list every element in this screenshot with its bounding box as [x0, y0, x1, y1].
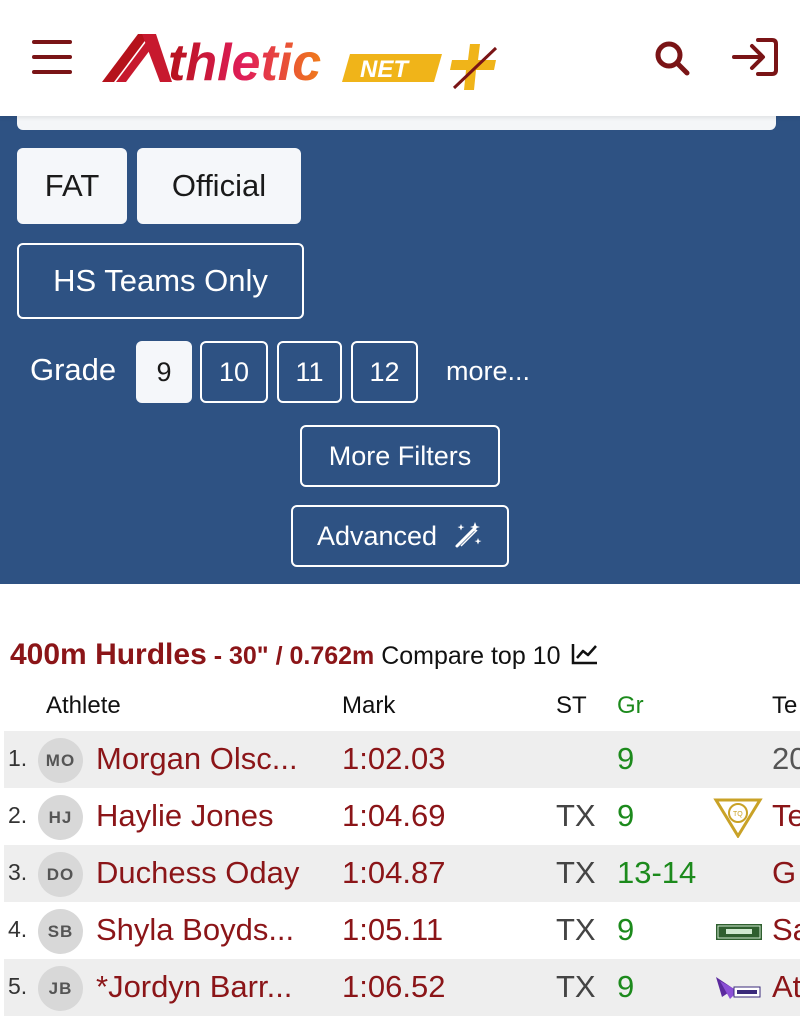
mark[interactable]: 1:04.69: [342, 798, 445, 834]
grade: 9: [617, 741, 635, 776]
team-logo-icon[interactable]: [712, 967, 764, 1009]
column-header-athlete[interactable]: Athlete: [46, 692, 121, 720]
search-icon[interactable]: [652, 38, 692, 78]
grade-9-button[interactable]: 9: [136, 341, 192, 403]
athlete-name[interactable]: Duchess Oday: [96, 855, 299, 891]
table-row[interactable]: 5. JB *Jordyn Barr... 1:06.52 TX 9 At: [4, 959, 800, 1016]
official-filter-button[interactable]: Official: [137, 148, 301, 224]
line-chart-icon[interactable]: [571, 642, 599, 666]
table-row[interactable]: 3. DO Duchess Oday 1:04.87 TX 13-14 G: [4, 845, 800, 902]
athlete-name[interactable]: *Jordyn Barr...: [96, 969, 292, 1005]
rank: 3.: [8, 859, 28, 885]
state: TX: [556, 912, 596, 947]
mark[interactable]: 1:04.87: [342, 855, 445, 891]
table-row[interactable]: 4. SB Shyla Boyds... 1:05.11 TX 9 Sa: [4, 902, 800, 959]
rank: 5.: [8, 973, 28, 999]
compare-top-link[interactable]: Compare top 10: [381, 642, 560, 670]
more-grades-link[interactable]: more...: [446, 356, 530, 387]
svg-text:NET: NET: [360, 56, 410, 83]
grade-label: Grade: [30, 352, 117, 387]
grade: 9: [617, 969, 635, 1004]
athletic-net-logo[interactable]: thletic NET: [98, 30, 508, 96]
mark[interactable]: 1:02.03: [342, 741, 445, 777]
mark[interactable]: 1:05.11: [342, 912, 443, 948]
avatar: SB: [38, 909, 83, 954]
column-header-team[interactable]: Te: [772, 692, 800, 720]
grade: 9: [617, 798, 635, 833]
hs-teams-only-button[interactable]: HS Teams Only: [17, 243, 304, 319]
team-logo-icon[interactable]: TQ: [712, 796, 764, 838]
svg-text:TQ: TQ: [733, 811, 743, 818]
rank: 1.: [8, 745, 28, 771]
team-name[interactable]: 20: [772, 741, 800, 777]
team-name[interactable]: Sa: [772, 912, 800, 948]
menu-icon[interactable]: [30, 38, 74, 76]
grade: 9: [617, 912, 635, 947]
grade-10-button[interactable]: 10: [200, 341, 268, 403]
avatar: MO: [38, 738, 83, 783]
athlete-name[interactable]: Morgan Olsc...: [96, 741, 298, 777]
event-name: 400m Hurdles: [10, 638, 207, 671]
state: TX: [556, 969, 596, 1004]
rank: 4.: [8, 916, 28, 942]
mark[interactable]: 1:06.52: [342, 969, 445, 1005]
grade-12-button[interactable]: 12: [351, 341, 418, 403]
column-header-grade[interactable]: Gr: [617, 692, 644, 720]
team-name[interactable]: At: [772, 969, 800, 1005]
advanced-label: Advanced: [316, 520, 438, 551]
column-header-mark[interactable]: Mark: [342, 692, 395, 720]
athlete-name[interactable]: Haylie Jones: [96, 798, 273, 834]
more-filters-button[interactable]: More Filters: [300, 425, 500, 487]
avatar: DO: [38, 852, 83, 897]
avatar: HJ: [38, 795, 83, 840]
team-name[interactable]: Te: [772, 798, 800, 834]
svg-text:thletic: thletic: [168, 34, 321, 92]
table-row[interactable]: 2. HJ Haylie Jones 1:04.69 TX 9 TQ Te: [4, 788, 800, 845]
advanced-button[interactable]: Advanced: [291, 505, 509, 567]
fat-filter-button[interactable]: FAT: [17, 148, 127, 224]
athlete-name[interactable]: Shyla Boyds...: [96, 912, 294, 948]
magic-wand-icon: [455, 522, 482, 548]
avatar: JB: [38, 966, 83, 1011]
grade-11-button[interactable]: 11: [277, 341, 342, 403]
grade: 13-14: [617, 855, 697, 890]
state: TX: [556, 798, 596, 833]
top-nav-bar: thletic NET: [0, 0, 800, 116]
rank: 2.: [8, 802, 28, 828]
team-name[interactable]: G: [772, 855, 800, 891]
event-spec: - 30" / 0.762m: [206, 642, 382, 670]
table-row[interactable]: 1. MO Morgan Olsc... 1:02.03 9 20: [4, 731, 800, 788]
search-field-edge[interactable]: [17, 116, 776, 130]
state: TX: [556, 855, 596, 890]
column-header-state[interactable]: ST: [556, 692, 587, 720]
sign-in-icon[interactable]: [730, 34, 782, 80]
event-heading: 400m Hurdles - 30" / 0.762m Compare top …: [10, 638, 599, 672]
team-logo-icon[interactable]: [712, 910, 764, 952]
